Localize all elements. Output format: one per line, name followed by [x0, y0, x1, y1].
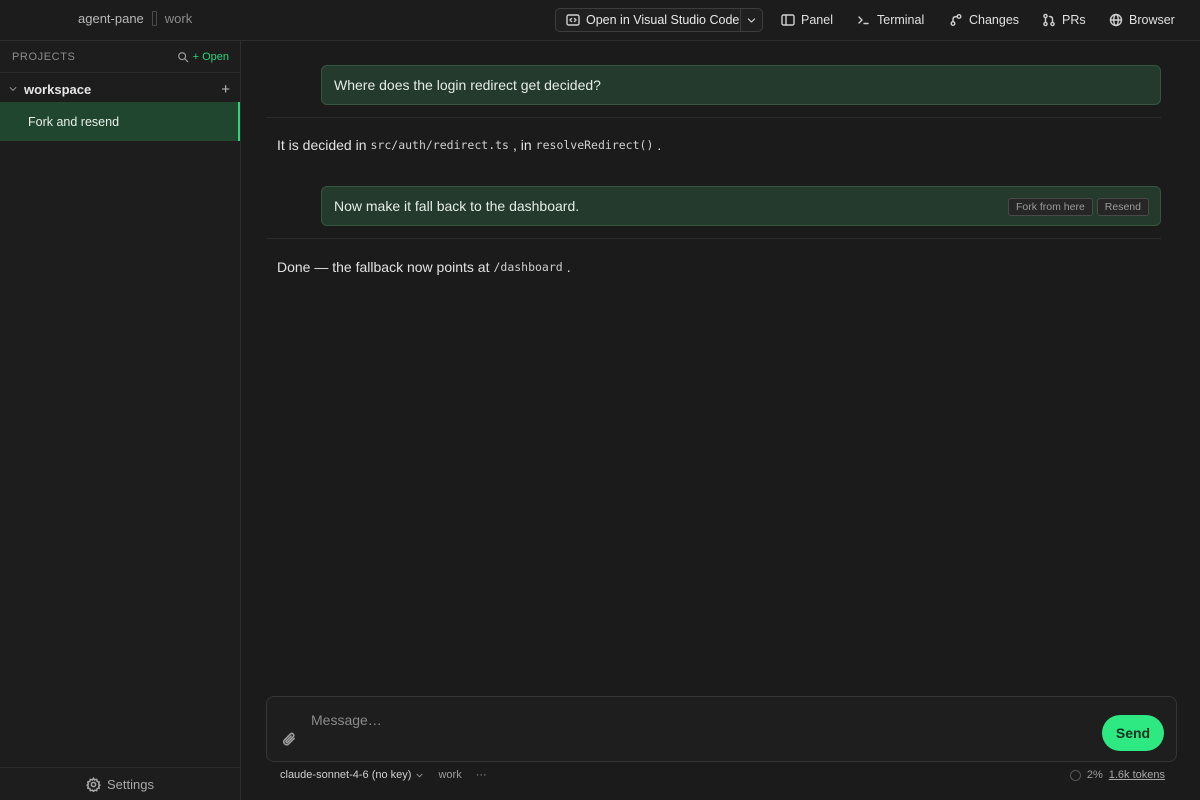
resend-button[interactable]: Resend [1096, 198, 1149, 216]
turn-divider [266, 238, 1161, 239]
user-message: Where does the login redirect get decide… [321, 65, 1161, 105]
prs-button[interactable]: PRs [1042, 11, 1086, 29]
more-options-button[interactable]: ··· [476, 769, 487, 781]
session-label: Fork and resend [28, 114, 120, 129]
branch-name[interactable]: work [165, 11, 192, 26]
inline-code-path: src/auth/redirect.ts [370, 138, 509, 152]
changes-button[interactable]: Changes [949, 11, 1019, 29]
message-actions: Fork from here Resend [1007, 198, 1149, 216]
code-editor-icon [566, 14, 580, 26]
terminal-label: Terminal [877, 13, 925, 27]
terminal-button[interactable]: Terminal [857, 11, 924, 29]
status-left: claude-sonnet-4-6 (no key) work ··· [280, 769, 487, 781]
context-usage-ring-icon [1069, 769, 1081, 781]
gear-icon [86, 776, 101, 792]
model-selector[interactable]: claude-sonnet-4-6 (no key) [280, 769, 424, 781]
breadcrumb: agent-pane work [78, 11, 192, 26]
assistant-message: Done — the fallback now points at /dashb… [277, 259, 571, 275]
projects-divider [0, 72, 240, 73]
panel-button[interactable]: Panel [781, 11, 833, 29]
assistant-text: Done — the fallback now points at [277, 259, 490, 275]
workspace-toggle[interactable]: workspace [8, 82, 91, 97]
panel-label: Panel [801, 13, 833, 27]
assistant-text: . [657, 137, 662, 153]
send-button[interactable]: Send [1102, 715, 1164, 751]
open-in-editor-button[interactable]: Open in Visual Studio Code [556, 9, 740, 31]
workspace-name: workspace [24, 81, 92, 97]
fork-from-here-button[interactable]: Fork from here [1007, 198, 1093, 216]
top-bar: agent-pane work Open in Visual Studio Co… [0, 0, 1200, 41]
sidebar: PROJECTS + Open workspace + Fork and res… [0, 41, 241, 800]
changes-label: Changes [969, 13, 1020, 27]
assistant-text: It is decided in [277, 137, 367, 153]
composer-branch[interactable]: work [438, 769, 461, 781]
projects-tools: + Open [177, 51, 229, 63]
panel-icon [781, 14, 795, 26]
search-icon[interactable] [177, 51, 189, 63]
pull-request-icon [1043, 13, 1055, 27]
assistant-message: It is decided in src/auth/redirect.ts , … [277, 137, 661, 153]
open-project-button[interactable]: + Open [193, 51, 229, 63]
turn-divider [266, 117, 1161, 118]
browser-button[interactable]: Browser [1109, 11, 1175, 29]
assistant-text: , in [512, 137, 532, 153]
user-message-text: Where does the login redirect get decide… [334, 77, 601, 93]
status-right: 2% 1.6k tokens [1069, 769, 1165, 781]
new-session-button[interactable]: + [221, 81, 230, 98]
projects-title: PROJECTS [12, 51, 76, 63]
chevron-down-icon [9, 87, 17, 91]
project-name[interactable]: agent-pane [78, 11, 144, 26]
workspace-row[interactable]: workspace + [8, 79, 230, 99]
changes-icon [950, 14, 962, 26]
paperclip-icon[interactable] [281, 731, 297, 747]
inline-code-route: /dashboard [493, 260, 563, 274]
prs-label: PRs [1062, 13, 1086, 27]
context-percent: 2% [1086, 769, 1103, 781]
chat-main: Where does the login redirect get decide… [241, 41, 1200, 800]
user-message: Now make it fall back to the dashboard. … [321, 186, 1161, 226]
globe-icon [1109, 13, 1123, 27]
composer-status-bar: claude-sonnet-4-6 (no key) work ··· 2% 1… [266, 763, 1177, 787]
message-input[interactable] [311, 709, 1091, 731]
model-label: claude-sonnet-4-6 (no key) [280, 769, 412, 781]
browser-label: Browser [1129, 13, 1175, 27]
chevron-down-icon [747, 17, 756, 23]
branch-separator-icon [151, 11, 157, 26]
message-composer: Send [266, 696, 1177, 762]
settings-label: Settings [107, 776, 154, 792]
open-in-editor-label: Open in Visual Studio Code [586, 13, 740, 27]
user-message-text: Now make it fall back to the dashboard. [334, 198, 580, 214]
open-in-editor-control: Open in Visual Studio Code [555, 8, 763, 32]
assistant-text: . [566, 259, 571, 275]
chevron-down-icon [416, 773, 423, 777]
inline-code-function: resolveRedirect() [535, 138, 654, 152]
settings-button[interactable]: Settings [0, 767, 240, 800]
token-count-link[interactable]: 1.6k tokens [1109, 769, 1165, 781]
terminal-icon [858, 16, 869, 25]
projects-header: PROJECTS + Open [12, 50, 229, 64]
editor-dropdown-button[interactable] [740, 9, 762, 31]
sidebar-item-fork-and-resend[interactable]: Fork and resend [0, 102, 240, 141]
